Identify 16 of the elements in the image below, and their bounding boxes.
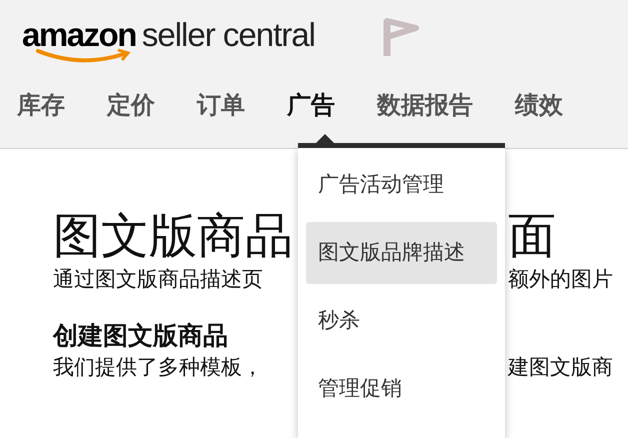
nav-tab[interactable]: 数据报告 — [377, 84, 473, 128]
flag-icon[interactable] — [382, 18, 419, 58]
nav-tab[interactable]: 绩效 — [515, 84, 563, 128]
paragraph-text: 通过图文版商品描述页 — [53, 267, 264, 293]
menu-item[interactable]: 图文版品牌描述 — [306, 222, 497, 284]
paragraph-text: 我们提供了多种模板， — [53, 355, 264, 381]
page-title: 面 — [508, 209, 556, 265]
nav-tab[interactable]: 库存 — [17, 84, 65, 128]
nav-tab[interactable]: 定价 — [107, 84, 155, 128]
paragraph-text: 额外的图片 — [508, 267, 613, 293]
paragraph-text: 建图文版商 — [508, 355, 613, 381]
page-title: 图文版商品 — [53, 209, 294, 265]
nav-tab[interactable]: 广告 — [287, 84, 335, 128]
nav-tab[interactable]: 订单 — [197, 84, 245, 128]
amazon-logo[interactable]: amazon seller central — [22, 8, 315, 72]
section-heading: 创建图文版商品 — [53, 321, 229, 352]
